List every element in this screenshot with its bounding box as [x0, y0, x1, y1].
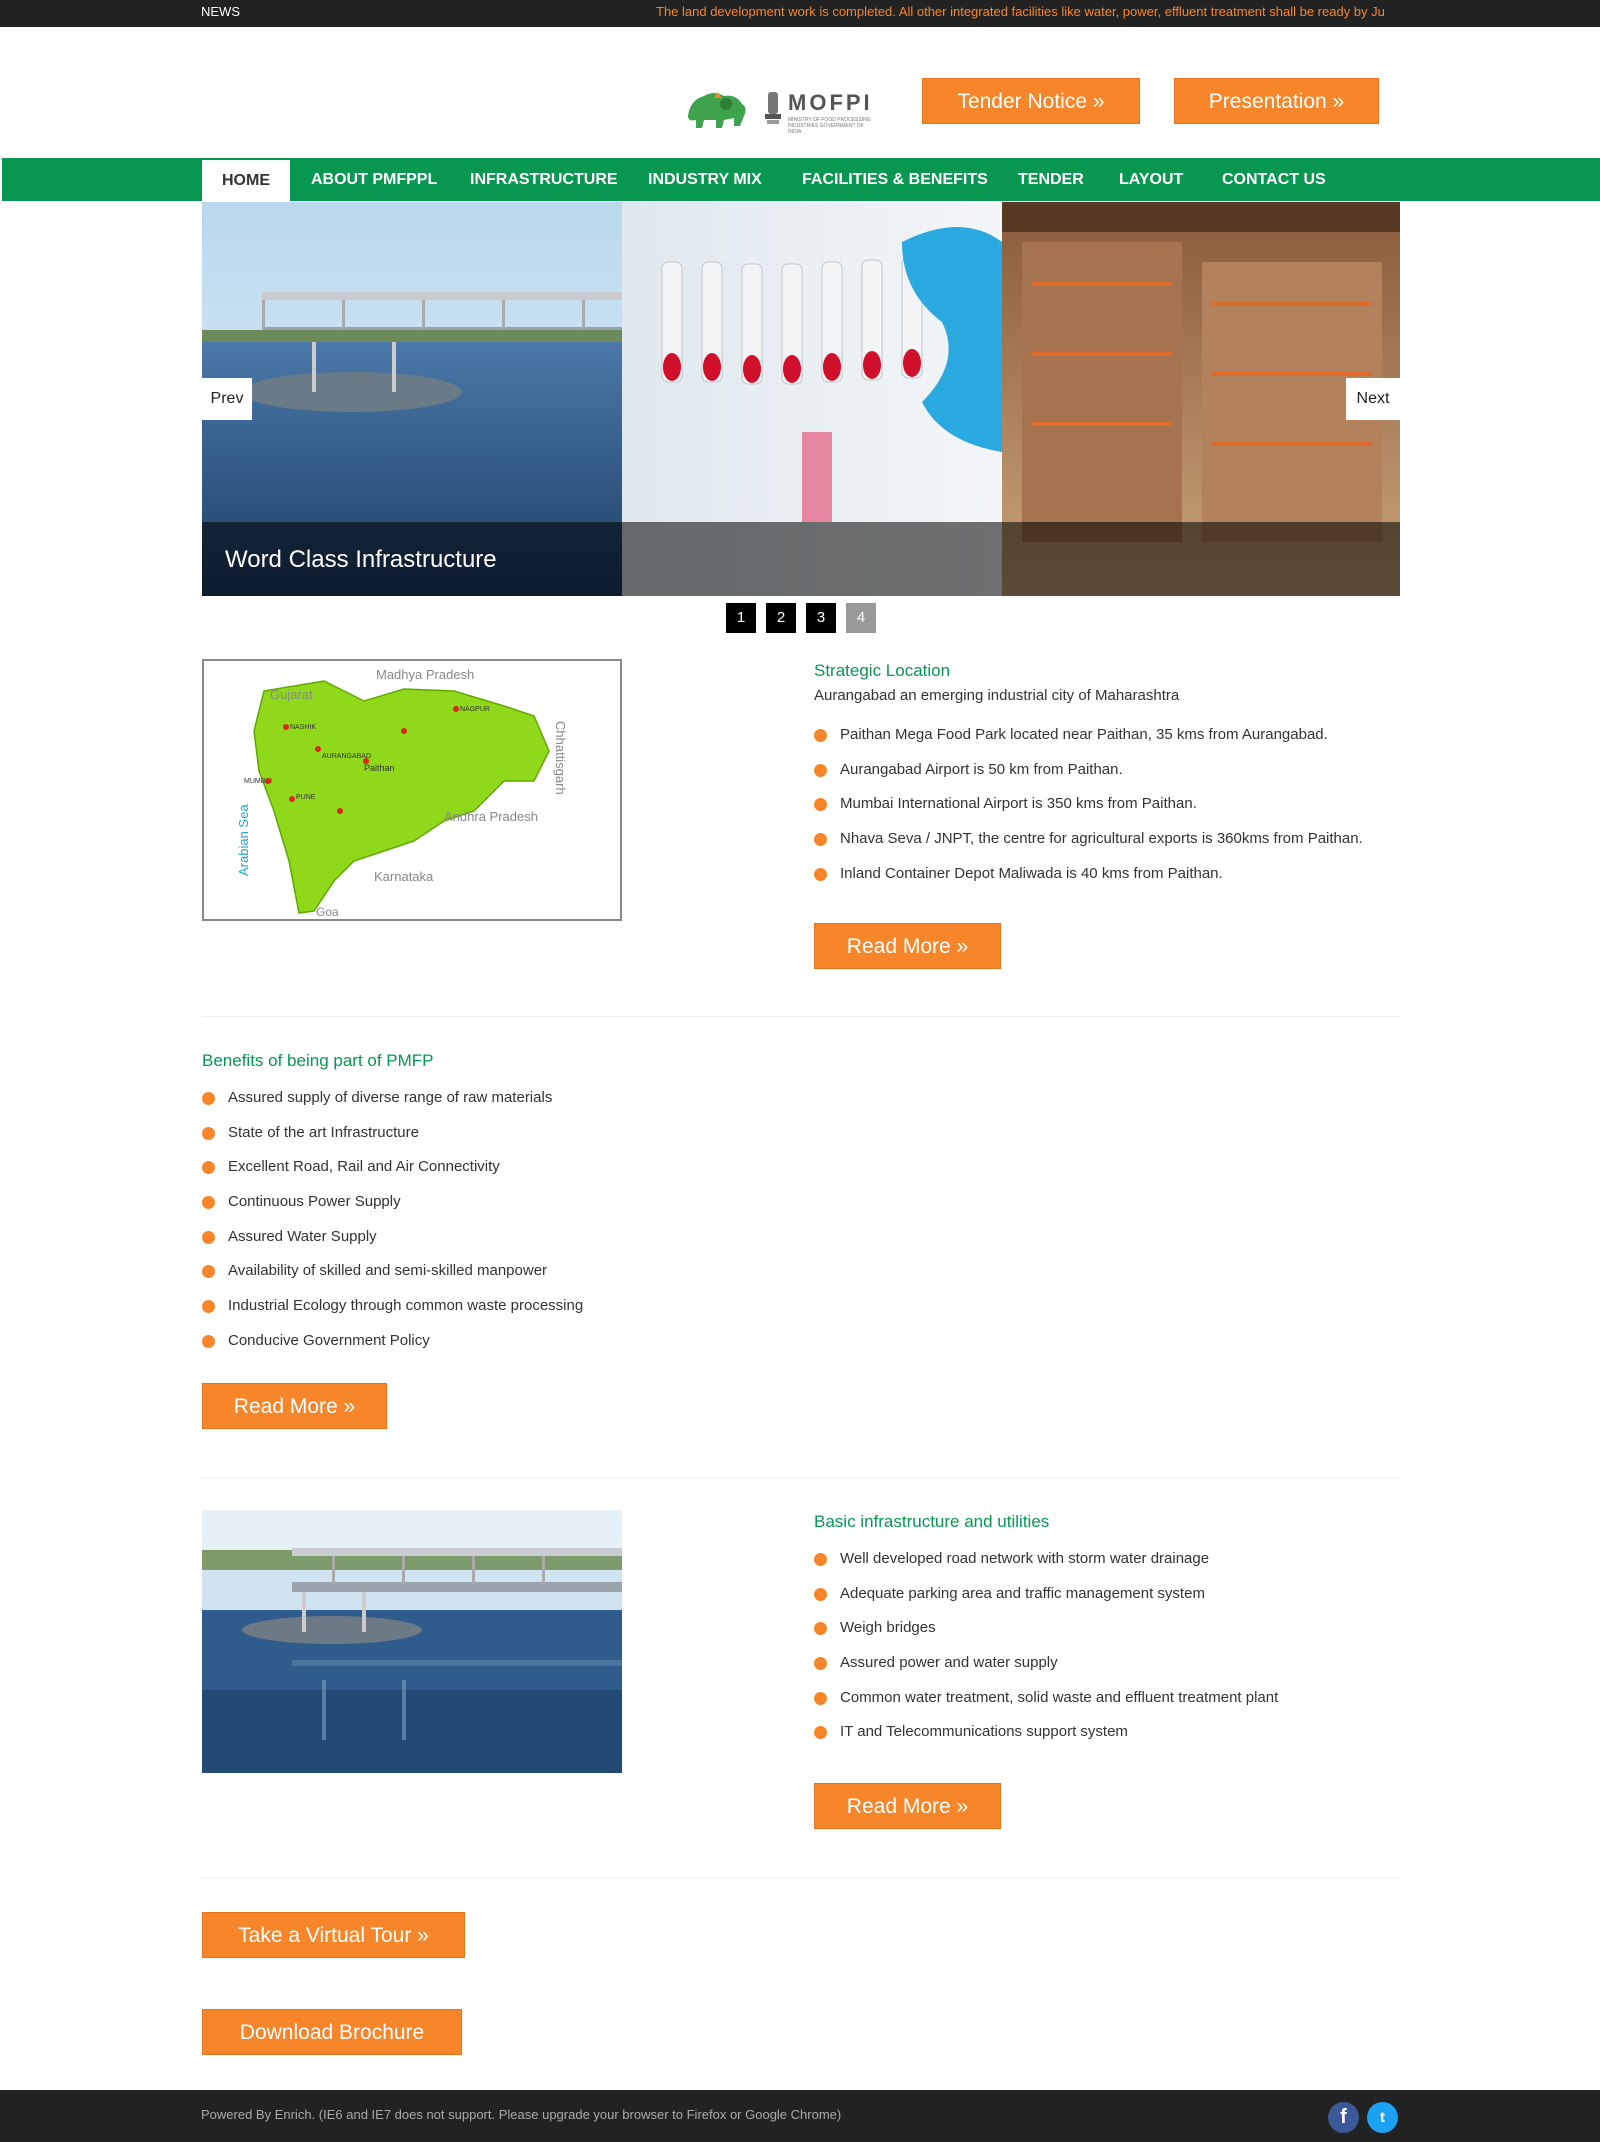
list-item: Well developed road network with storm w… — [814, 1549, 1278, 1584]
list-item: Conducive Government Policy — [202, 1331, 583, 1366]
list-item: Mumbai International Airport is 350 kms … — [814, 794, 1363, 829]
logo-subtext: MINISTRY OF FOOD PROCESSING INDUSTRIES G… — [788, 117, 871, 135]
nav-item-infrastructure[interactable]: INFRASTRUCTURE — [450, 158, 638, 201]
news-bar: NEWS The land development work is comple… — [0, 0, 1600, 27]
map-label-goa: Goa — [316, 905, 339, 919]
nav-item-industry-mix[interactable]: INDUSTRY MIX — [628, 158, 782, 201]
list-item: Common water treatment, solid waste and … — [814, 1688, 1278, 1723]
slider-page-1[interactable]: 1 — [726, 603, 756, 633]
list-item: Paithan Mega Food Park located near Pait… — [814, 725, 1363, 760]
basic-infrastructure-title: Basic infrastructure and utilities — [814, 1512, 1050, 1531]
main-nav: HOME ABOUT PMFPPL INFRASTRUCTURE INDUSTR… — [2, 158, 1600, 201]
map-label-nashik: NASHIK — [290, 724, 316, 731]
maharashtra-map: Madhya Pradesh Gujarat Andhra Pradesh Ka… — [202, 659, 622, 921]
map-label-chhattisgarh: Chhattisgarh — [553, 721, 568, 795]
map-label-nagpur: NAGPUR — [460, 706, 490, 713]
list-item: Assured power and water supply — [814, 1653, 1278, 1688]
map-label-madhya-pradesh: Madhya Pradesh — [376, 667, 474, 682]
photo-image — [202, 1510, 622, 1773]
strategic-location-title: Strategic Location — [814, 661, 951, 680]
basic-read-more-button[interactable]: Read More » — [814, 1783, 1001, 1829]
map-label-aurangabad: AURANGABAD — [322, 753, 371, 760]
map-label-arabian-sea: Arabian Sea — [236, 804, 251, 876]
section-divider — [202, 1477, 1400, 1478]
slider-page-3[interactable]: 3 — [806, 603, 836, 633]
download-brochure-button[interactable]: Download Brochure — [202, 2009, 462, 2055]
footer: Powered By Enrich. (IE6 and IE7 does not… — [0, 2090, 1600, 2142]
nav-item-contact[interactable]: CONTACT US — [1202, 158, 1346, 201]
list-item: Continuous Power Supply — [202, 1192, 583, 1227]
list-item: Aurangabad Airport is 50 km from Paithan… — [814, 760, 1363, 795]
slider-caption: Word Class Infrastructure — [225, 546, 497, 573]
map-label-andhra-pradesh: Andhra Pradesh — [444, 809, 538, 824]
mofpi-logo[interactable]: MOFPI MINISTRY OF FOOD PROCESSING INDUST… — [684, 86, 874, 135]
section-divider — [202, 1877, 1400, 1878]
nav-item-facilities[interactable]: FACILITIES & BENEFITS — [782, 158, 1008, 201]
make-in-india-lion-icon — [688, 92, 746, 128]
benefits-title: Benefits of being part of PMFP — [202, 1051, 434, 1070]
footer-text: Powered By Enrich. (IE6 and IE7 does not… — [201, 2107, 842, 2122]
news-label: NEWS — [201, 4, 240, 19]
basic-infrastructure-list: Well developed road network with storm w… — [814, 1549, 1278, 1757]
list-item: Excellent Road, Rail and Air Connectivit… — [202, 1157, 583, 1192]
facebook-icon[interactable]: f — [1328, 2102, 1359, 2133]
national-emblem-icon — [765, 92, 781, 124]
hero-slider: Word Class Infrastructure Prev Next — [202, 202, 1400, 596]
tender-notice-button[interactable]: Tender Notice » — [922, 78, 1140, 124]
map-label-karnataka: Karnataka — [374, 869, 434, 884]
nav-item-layout[interactable]: LAYOUT — [1099, 158, 1203, 201]
list-item: State of the art Infrastructure — [202, 1123, 583, 1158]
map-image: Madhya Pradesh Gujarat Andhra Pradesh Ka… — [236, 667, 568, 919]
presentation-button[interactable]: Presentation » — [1174, 78, 1379, 124]
benefits-list: Assured supply of diverse range of raw m… — [202, 1088, 583, 1366]
nav-item-about[interactable]: ABOUT PMFPPL — [291, 158, 457, 201]
list-item: Assured supply of diverse range of raw m… — [202, 1088, 583, 1123]
nav-item-tender[interactable]: TENDER — [998, 158, 1104, 201]
logo-text: MOFPI — [788, 90, 873, 115]
strategic-location-list: Paithan Mega Food Park located near Pait… — [814, 725, 1363, 898]
list-item: IT and Telecommunications support system — [814, 1722, 1278, 1757]
map-label-pune: PUNE — [296, 794, 316, 801]
virtual-tour-button[interactable]: Take a Virtual Tour » — [202, 1912, 465, 1958]
strategic-read-more-button[interactable]: Read More » — [814, 923, 1001, 969]
list-item: Weigh bridges — [814, 1618, 1278, 1653]
slider-prev-button[interactable]: Prev — [202, 378, 252, 420]
slider-page-2[interactable]: 2 — [766, 603, 796, 633]
slider-page-4[interactable]: 4 — [846, 603, 876, 633]
nav-item-home[interactable]: HOME — [202, 158, 290, 201]
map-label-paithan: Paithan — [364, 763, 395, 773]
water-treatment-photo — [202, 1510, 622, 1773]
twitter-icon[interactable]: t — [1367, 2102, 1398, 2133]
list-item: Industrial Ecology through common waste … — [202, 1296, 583, 1331]
list-item: Adequate parking area and traffic manage… — [814, 1584, 1278, 1619]
list-item: Nhava Seva / JNPT, the centre for agricu… — [814, 829, 1363, 864]
strategic-location-subtitle: Aurangabad an emerging industrial city o… — [814, 687, 1180, 704]
news-ticker[interactable]: The land development work is completed. … — [656, 4, 1400, 19]
map-label-gujarat: Gujarat — [270, 687, 313, 702]
list-item: Inland Container Depot Maliwada is 40 km… — [814, 864, 1363, 899]
list-item: Availability of skilled and semi-skilled… — [202, 1261, 583, 1296]
slider-next-button[interactable]: Next — [1346, 378, 1400, 420]
benefits-read-more-button[interactable]: Read More » — [202, 1383, 387, 1429]
list-item: Assured Water Supply — [202, 1227, 583, 1262]
section-divider — [202, 1016, 1400, 1017]
